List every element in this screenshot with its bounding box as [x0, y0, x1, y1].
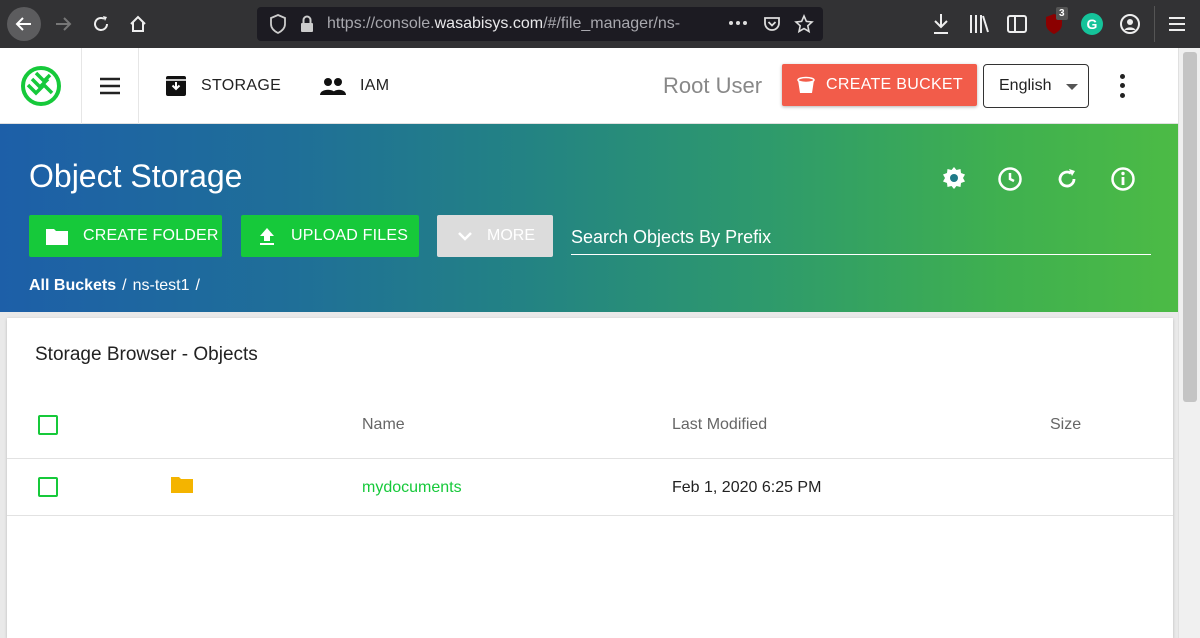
- upload-files-label: UPLOAD FILES: [291, 227, 409, 244]
- column-header-name[interactable]: Name: [362, 416, 405, 434]
- app-header: STORAGE IAM Root User CREATE BUCKET Engl…: [0, 48, 1178, 124]
- library-icon[interactable]: [968, 12, 990, 36]
- column-header-last-modified[interactable]: Last Modified: [672, 416, 767, 434]
- folder-icon: [46, 229, 68, 245]
- select-all-checkbox[interactable]: [38, 415, 58, 435]
- card-title: Storage Browser - Objects: [35, 344, 258, 365]
- home-button[interactable]: [121, 7, 155, 41]
- object-name-link[interactable]: mydocuments: [362, 479, 462, 497]
- account-icon[interactable]: [1119, 12, 1141, 36]
- arrow-left-icon: [15, 17, 31, 31]
- nav-iam[interactable]: IAM: [320, 48, 389, 124]
- breadcrumb-bucket[interactable]: ns-test1: [133, 277, 190, 295]
- page-actions-icon[interactable]: [729, 21, 747, 25]
- more-button[interactable]: MORE: [437, 215, 553, 257]
- folder-icon: [171, 477, 193, 493]
- reload-icon: [94, 16, 108, 31]
- sidebar-icon[interactable]: [1006, 12, 1028, 36]
- browser-toolbar: https://console.wasabisys.com/#/file_man…: [0, 0, 1200, 48]
- search-prefix-input[interactable]: [571, 221, 1151, 255]
- more-options-icon[interactable]: [1110, 72, 1134, 100]
- pocket-icon[interactable]: [762, 14, 782, 34]
- create-folder-label: CREATE FOLDER: [83, 227, 219, 244]
- breadcrumb-separator: /: [122, 277, 127, 294]
- home-icon: [130, 15, 146, 32]
- row-divider: [7, 515, 1173, 516]
- scrollbar-thumb[interactable]: [1183, 52, 1197, 402]
- address-bar[interactable]: https://console.wasabisys.com/#/file_man…: [257, 7, 823, 41]
- object-last-modified: Feb 1, 2020 6:25 PM: [672, 479, 822, 496]
- people-icon: [320, 78, 346, 95]
- main-menu-button[interactable]: [82, 48, 139, 124]
- ublock-badge: 3: [1056, 7, 1068, 20]
- download-icon[interactable]: [931, 12, 951, 36]
- header-divider: [7, 458, 1173, 459]
- page-title: Object Storage: [29, 158, 243, 194]
- info-icon[interactable]: [1110, 166, 1136, 192]
- history-clock-icon[interactable]: [997, 166, 1023, 192]
- nav-storage[interactable]: STORAGE: [165, 48, 281, 124]
- breadcrumb-all-buckets[interactable]: All Buckets: [29, 277, 116, 295]
- hamburger-menu-icon[interactable]: [1167, 12, 1187, 36]
- reload-button[interactable]: [84, 7, 118, 41]
- wasabi-logo[interactable]: [0, 48, 82, 124]
- back-button[interactable]: [7, 7, 41, 41]
- url-text: https://console.wasabisys.com/#/file_man…: [327, 15, 681, 32]
- create-folder-button[interactable]: CREATE FOLDER: [29, 215, 222, 257]
- wasabi-logo-icon: [20, 66, 61, 106]
- upload-files-button[interactable]: UPLOAD FILES: [241, 215, 419, 257]
- create-bucket-button[interactable]: CREATE BUCKET: [782, 64, 977, 106]
- more-label: MORE: [487, 227, 535, 244]
- object-storage-banner: Object Storage CREATE FOLDER UPLOAD FILE…: [0, 124, 1178, 312]
- user-name: Root User: [663, 73, 763, 98]
- toolbar-divider: [1154, 6, 1155, 42]
- chevron-down-icon: [458, 232, 472, 241]
- language-value: English: [999, 77, 1052, 94]
- row-checkbox[interactable]: [38, 477, 58, 497]
- shield-icon: [270, 14, 286, 34]
- forward-button[interactable]: [46, 7, 80, 41]
- bucket-icon: [797, 76, 815, 93]
- grammarly-icon[interactable]: G: [1080, 12, 1104, 36]
- arrow-right-icon: [56, 17, 72, 31]
- nav-iam-label: IAM: [360, 77, 390, 94]
- breadcrumb: All Buckets / ns-test1 /: [29, 277, 200, 295]
- settings-gear-icon[interactable]: [941, 166, 967, 192]
- bookmark-star-icon[interactable]: [794, 14, 814, 34]
- storage-browser-card: Storage Browser - Objects Name Last Modi…: [7, 318, 1173, 638]
- caret-down-icon: [1066, 84, 1078, 90]
- lock-icon: [301, 15, 313, 32]
- nav-storage-label: STORAGE: [201, 77, 282, 94]
- column-header-size[interactable]: Size: [1050, 416, 1081, 434]
- archive-icon: [166, 76, 186, 96]
- refresh-icon[interactable]: [1054, 166, 1080, 192]
- svg-text:G: G: [1087, 16, 1098, 32]
- menu-icon: [100, 77, 120, 95]
- breadcrumb-separator: /: [195, 277, 200, 294]
- page-scrollbar[interactable]: [1178, 48, 1200, 638]
- language-select[interactable]: English: [983, 64, 1089, 108]
- upload-icon: [260, 228, 274, 245]
- create-bucket-label: CREATE BUCKET: [826, 76, 963, 93]
